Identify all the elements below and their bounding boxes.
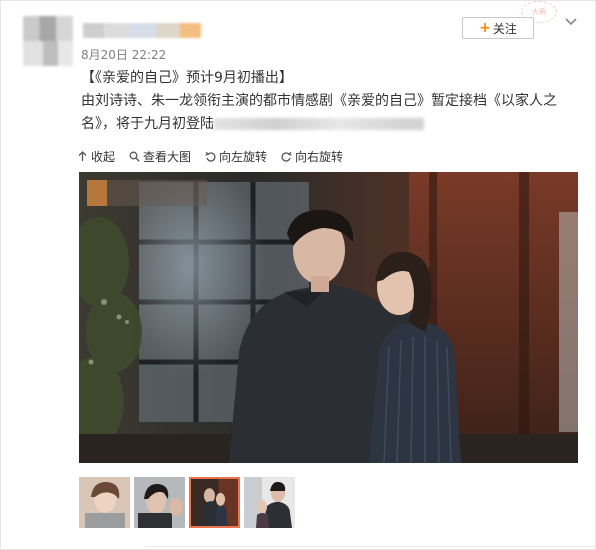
post-body-line1: 由刘诗诗、朱一龙领衔主演的都市情感剧《亲爱的自己》暂定接档《以家人之	[81, 93, 557, 109]
post-body-line2: 名》，将于九月初登陆	[81, 113, 569, 136]
divider	[146, 546, 596, 547]
post-timestamp[interactable]: 8月20日 22:22	[81, 46, 166, 63]
username-blurred[interactable]	[83, 23, 201, 38]
thumbnail-4[interactable]	[244, 477, 295, 528]
follow-label: 关注	[492, 21, 517, 36]
rotate-right-label: 向右旋转	[295, 150, 344, 164]
collapse-button[interactable]: 收起	[77, 148, 115, 165]
thumbnail-strip	[79, 477, 295, 528]
rotate-right-icon	[281, 151, 292, 162]
rotate-right-button[interactable]: 向右旋转	[281, 148, 343, 165]
image-toolbar: 收起 查看大图 向左旋转 向右旋转	[77, 148, 343, 165]
view-large-button[interactable]: 查看大图	[129, 148, 191, 165]
blurred-text	[214, 118, 424, 130]
post-body-line2-text: 名》，将于九月初登陆	[81, 116, 214, 132]
follow-button[interactable]: + 关注	[462, 17, 534, 39]
view-large-label: 查看大图	[143, 150, 192, 164]
post-title: 【《亲爱的自己》预计9月初播出】	[81, 70, 293, 86]
avatar[interactable]	[23, 16, 73, 66]
rotate-left-button[interactable]: 向左旋转	[205, 148, 267, 165]
post-text: 【《亲爱的自己》预计9月初播出】 由刘诗诗、朱一龙领衔主演的都市情感剧《亲爱的自…	[81, 67, 569, 136]
thumbnail-2[interactable]	[134, 477, 185, 528]
main-photo[interactable]	[79, 172, 578, 463]
thumbnail-3-selected[interactable]	[189, 477, 240, 528]
rotate-left-icon	[205, 151, 216, 162]
weibo-post-card: 8月20日 22:22 大萌 + 关注 【《亲爱的自己》预计9月初播出】 由刘诗…	[0, 0, 596, 550]
magnifier-icon	[129, 151, 140, 162]
plus-icon: +	[479, 20, 491, 36]
collapse-label: 收起	[91, 150, 116, 164]
rotate-left-label: 向左旋转	[219, 150, 268, 164]
collapse-icon	[78, 151, 87, 161]
thumbnail-1[interactable]	[79, 477, 130, 528]
chevron-down-icon[interactable]	[564, 15, 578, 29]
